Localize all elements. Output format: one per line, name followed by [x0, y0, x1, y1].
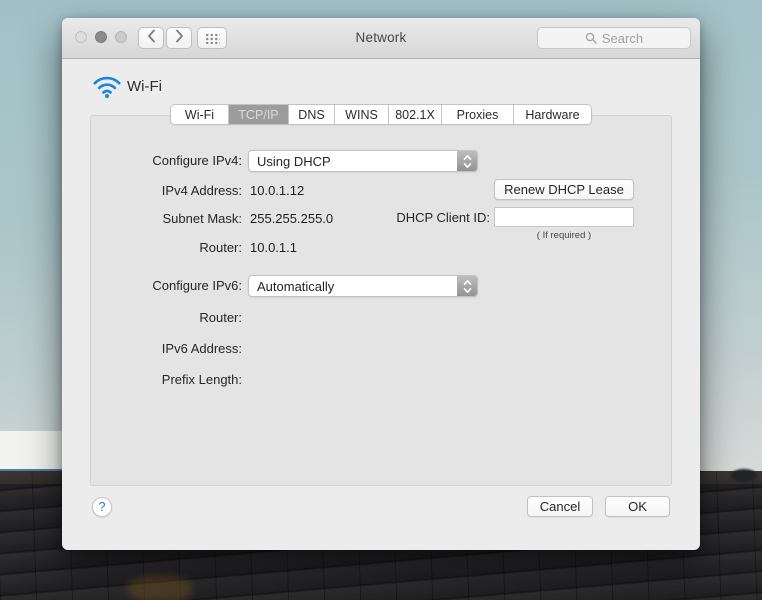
search-input[interactable]: Search — [537, 27, 691, 49]
tab-bar: Wi-Fi TCP/IP DNS WINS 802.1X Proxies Har… — [62, 104, 700, 125]
segmented-control: Wi-Fi TCP/IP DNS WINS 802.1X Proxies Har… — [170, 104, 592, 125]
dhcp-client-id-label: DHCP Client ID: — [350, 210, 490, 225]
search-placeholder: Search — [602, 31, 643, 46]
updown-chevrons-icon — [457, 151, 477, 171]
ipv4-address-value: 10.0.1.12 — [250, 183, 304, 198]
titlebar[interactable]: Network Search — [62, 18, 700, 59]
router-ipv6-label: Router: — [102, 310, 242, 325]
background-roof-patch — [128, 576, 192, 600]
router-ipv4-value: 10.0.1.1 — [250, 240, 297, 255]
tab-wins[interactable]: WINS — [334, 105, 388, 124]
tab-8021x[interactable]: 802.1X — [388, 105, 441, 124]
subnet-mask-value: 255.255.255.0 — [250, 211, 333, 226]
cancel-button[interactable]: Cancel — [527, 496, 593, 517]
help-button[interactable]: ? — [92, 497, 112, 517]
service-name: Wi-Fi — [127, 78, 162, 95]
desktop-background: Network Search Wi-Fi Wi-Fi — [0, 0, 762, 600]
tab-tcpip[interactable]: TCP/IP — [228, 105, 288, 124]
configure-ipv4-label: Configure IPv4: — [102, 153, 242, 168]
dhcp-required-hint: ( If required ) — [494, 230, 634, 241]
configure-ipv6-label: Configure IPv6: — [102, 278, 242, 293]
renew-dhcp-lease-button[interactable]: Renew DHCP Lease — [494, 179, 634, 200]
background-wall — [0, 431, 63, 472]
configure-ipv4-dropdown[interactable]: Using DHCP — [248, 150, 478, 172]
updown-chevrons-icon — [457, 276, 477, 296]
tab-dns[interactable]: DNS — [288, 105, 334, 124]
prefix-length-label: Prefix Length: — [102, 372, 242, 387]
subnet-mask-label: Subnet Mask: — [102, 211, 242, 226]
configure-ipv4-value: Using DHCP — [257, 154, 331, 169]
ok-button[interactable]: OK — [605, 496, 670, 517]
router-ipv4-label: Router: — [102, 240, 242, 255]
dhcp-client-id-field[interactable] — [494, 207, 634, 227]
configure-ipv6-value: Automatically — [257, 279, 334, 294]
background-roof-object — [731, 469, 757, 482]
configure-ipv6-dropdown[interactable]: Automatically — [248, 275, 478, 297]
tab-hardware[interactable]: Hardware — [513, 105, 591, 124]
search-icon — [585, 32, 597, 44]
ipv4-address-label: IPv4 Address: — [102, 183, 242, 198]
network-preferences-window: Network Search Wi-Fi Wi-Fi — [62, 18, 700, 550]
ipv6-address-label: IPv6 Address: — [102, 341, 242, 356]
tab-proxies[interactable]: Proxies — [441, 105, 513, 124]
window-content: Wi-Fi Wi-Fi TCP/IP DNS WINS 802.1X Proxi… — [62, 58, 700, 550]
tab-wifi[interactable]: Wi-Fi — [171, 105, 228, 124]
wifi-icon — [92, 73, 122, 104]
